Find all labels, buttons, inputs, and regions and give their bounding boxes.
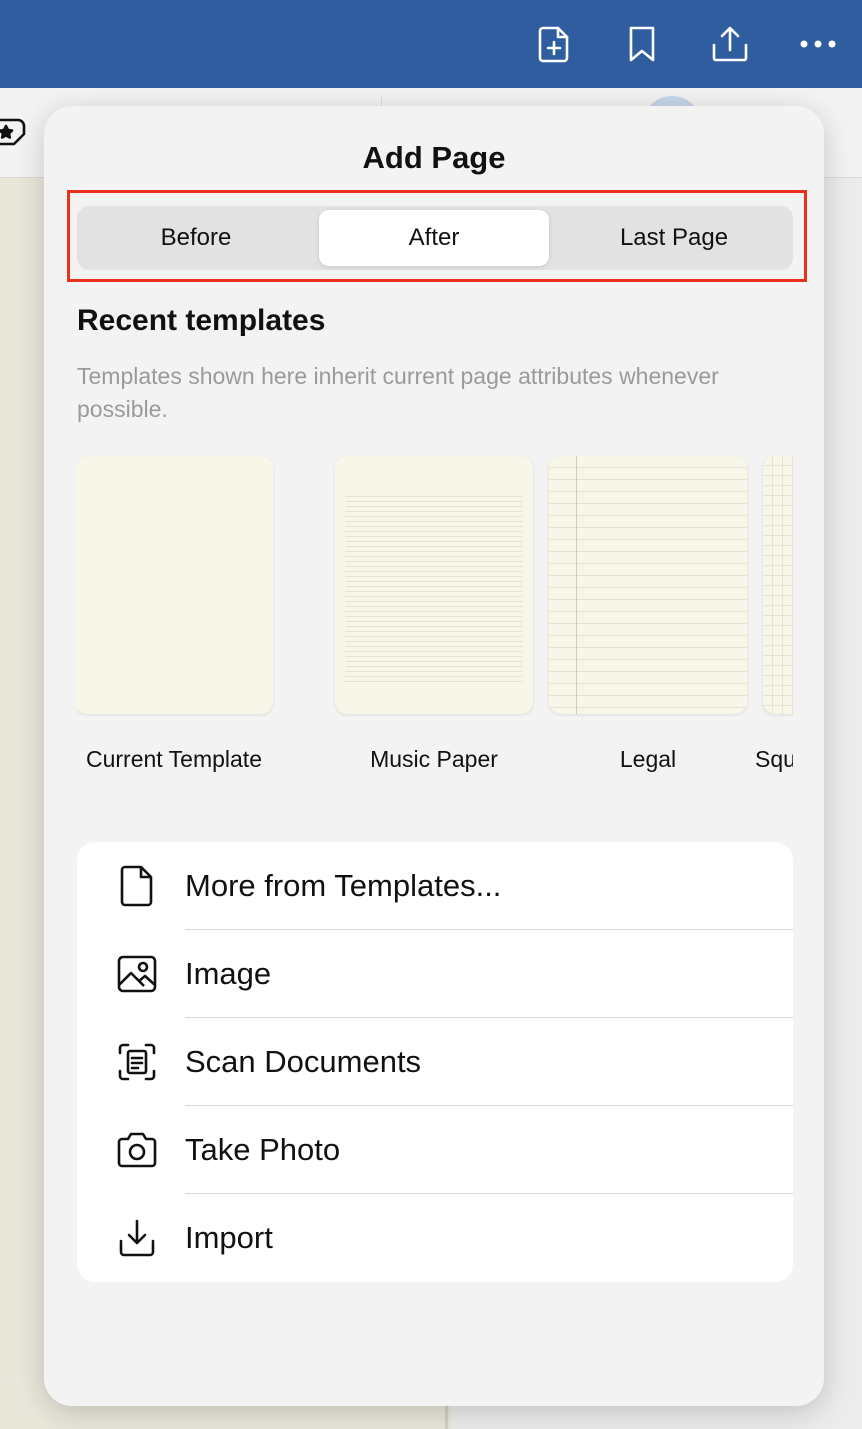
import-icon: [115, 1216, 159, 1260]
page-position-segmented-control: Before After Last Page: [77, 206, 793, 270]
segment-last-page[interactable]: Last Page: [559, 210, 789, 266]
add-page-icon[interactable]: [530, 20, 578, 68]
action-more-templates[interactable]: More from Templates...: [77, 842, 793, 930]
image-icon: [115, 952, 159, 996]
template-thumbnail[interactable]: [549, 456, 747, 714]
share-icon[interactable]: [706, 20, 754, 68]
action-scan-documents[interactable]: Scan Documents: [77, 1018, 793, 1106]
template-label: Square: [755, 746, 793, 772]
action-label: Scan Documents: [185, 1044, 422, 1079]
action-import[interactable]: Import: [77, 1194, 793, 1282]
template-thumbnail[interactable]: [335, 456, 533, 714]
recent-templates-description: Templates shown here inherit current pag…: [77, 363, 719, 422]
action-label: More from Templates...: [185, 868, 502, 903]
camera-icon: [115, 1128, 159, 1172]
add-page-popover: Add Page Before After Last Page Recent t…: [44, 106, 824, 1406]
template-label: Legal: [619, 746, 677, 772]
document-icon: [115, 864, 159, 908]
template-thumbnail[interactable]: [763, 456, 793, 714]
bookmark-icon[interactable]: [618, 20, 666, 68]
segment-before[interactable]: Before: [81, 210, 311, 266]
scan-icon: [115, 1040, 159, 1084]
top-toolbar: [0, 0, 862, 88]
popover-title: Add Page: [362, 140, 506, 175]
template-thumbnail[interactable]: [77, 456, 273, 714]
more-icon[interactable]: [794, 20, 842, 68]
sticker-icon[interactable]: [0, 112, 28, 157]
recent-templates-title: Recent templates: [77, 304, 326, 337]
action-label: Image: [185, 956, 272, 991]
action-label: Take Photo: [185, 1132, 341, 1167]
action-label: Import: [185, 1220, 273, 1255]
template-legal[interactable]: Legal: [549, 456, 747, 772]
template-label: Music Paper: [370, 746, 498, 772]
segment-after[interactable]: After: [319, 210, 549, 266]
template-label: Current Template: [86, 746, 262, 772]
action-image[interactable]: Image: [77, 930, 793, 1018]
add-page-actions: More from Templates... Image Scan Docume…: [77, 842, 793, 1282]
template-square[interactable]: Square: [755, 456, 793, 772]
recent-templates-carousel[interactable]: Current Template Music Paper Legal Squar…: [77, 456, 793, 786]
template-music-paper[interactable]: Music Paper: [335, 456, 533, 772]
action-take-photo[interactable]: Take Photo: [77, 1106, 793, 1194]
template-current[interactable]: Current Template: [77, 456, 273, 772]
